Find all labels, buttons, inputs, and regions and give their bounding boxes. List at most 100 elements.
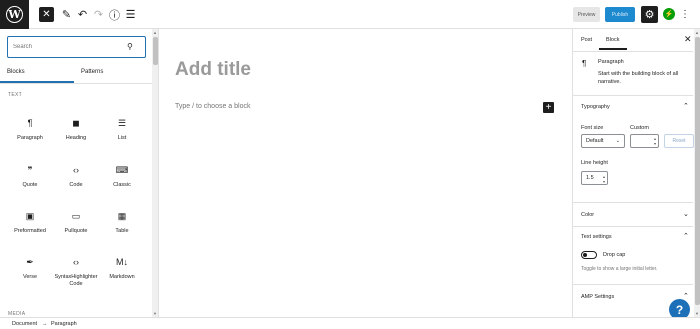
redo-button[interactable]: ↷ [91,7,106,22]
undo-icon: ↶ [77,9,88,21]
markdown-icon: M↓ [116,257,128,267]
verse-icon: ✒ [26,257,34,267]
drop-cap-help: Toggle to show a large initial letter. [581,266,658,272]
block-item-classic[interactable]: ⌨ Classic [99,164,145,189]
add-block-button[interactable]: + [543,102,554,113]
preformatted-icon: ▣ [25,211,35,221]
block-item-label: Heading [65,135,87,141]
undo-button[interactable]: ↶ [75,7,90,22]
syntax-code-icon: ‹› [73,257,79,267]
block-item-paragraph[interactable]: ¶ Paragraph [7,117,53,142]
chevron-up-icon[interactable]: ⌃ [683,102,689,110]
jetpack-icon: ⚡ [664,11,674,18]
block-item-markdown[interactable]: M↓ Markdown [99,256,145,281]
block-appender[interactable]: Type / to choose a block [175,103,251,110]
scrollbar-thumb[interactable] [153,37,158,65]
reset-button[interactable]: Reset [664,134,694,148]
paragraph-icon: ¶ [27,118,33,128]
close-sidebar-button[interactable]: ✕ [684,34,692,45]
block-item-code[interactable]: ‹› Code [53,164,99,189]
info-icon: ⓘ [109,9,120,22]
line-height-input[interactable]: 1.5 ▴ ▾ [581,171,608,185]
chevron-up-icon[interactable]: ⌃ [683,232,689,240]
editor-toolbar: W ✕ ✎ ↶ ↷ ⓘ ☰ Preview Publish ⚙ ⚡ ⋮ [0,0,700,29]
pencil-icon: ✎ [61,9,72,21]
heading-icon: ◼ [72,118,80,128]
font-size-value: Default [586,138,604,144]
breadcrumb-paragraph[interactable]: Paragraph [51,321,77,327]
more-options-button[interactable]: ⋮ [680,7,690,22]
block-item-pullquote[interactable]: ▭ Pullquote [53,210,99,235]
color-panel-toggle[interactable]: Color [581,212,594,218]
block-item-label: Markdown [109,274,135,280]
block-item-verse[interactable]: ✒ Verse [7,256,53,281]
block-item-table[interactable]: ▦ Table [99,210,145,235]
scroll-down-icon[interactable]: ▼ [695,311,699,316]
block-item-label: Table [115,228,129,234]
amp-settings-panel-toggle[interactable]: AMP Settings [581,294,614,300]
custom-font-size-input[interactable]: ▴ ▾ [630,134,659,148]
chevron-down-icon[interactable]: ⌄ [683,210,689,218]
breadcrumb-document[interactable]: Document [12,321,37,327]
scroll-down-icon[interactable]: ▼ [153,311,157,316]
drop-cap-toggle[interactable] [581,251,597,259]
block-item-quote[interactable]: ❞ Quote [7,164,53,189]
classic-icon: ⌨ [115,165,129,175]
wordpress-logo[interactable]: W [0,0,29,29]
tab-block[interactable]: Block [606,37,619,43]
tab-post[interactable]: Post [581,37,592,43]
block-item-list[interactable]: ☰ List [99,117,145,142]
line-height-value: 1.5 [586,175,594,181]
search-icon[interactable]: ⚲ [127,42,137,52]
section-label-text: TEXT [8,92,22,98]
settings-sidebar: Post Block ✕ ¶ Paragraph Start with the … [572,29,700,317]
block-item-label: Code [69,182,83,188]
details-button[interactable]: ⓘ [107,7,122,22]
block-item-label: SyntaxHighlighter Code [54,274,98,287]
divider [573,95,693,96]
stepper-icon[interactable]: ▴ ▾ [603,174,605,184]
block-item-label: Quote [22,182,38,188]
wordpress-icon: W [6,6,23,23]
chevron-up-icon[interactable]: ⌃ [683,292,689,300]
scrollbar-thumb[interactable] [695,37,700,305]
close-inserter-button[interactable]: ✕ [39,7,54,22]
editor-canvas: Add title Type / to choose a block + [159,29,572,317]
font-size-select[interactable]: Default ⌄ [581,134,625,148]
sidebar-scrollbar[interactable]: ▲ ▼ [694,29,700,317]
block-item-label: Classic [113,182,131,188]
close-icon: ✕ [684,34,692,44]
block-item-syntaxhighlighter-code[interactable]: ‹› SyntaxHighlighter Code [53,256,99,288]
divider [573,226,693,227]
active-tab-indicator [599,48,627,50]
scroll-up-icon[interactable]: ▲ [695,30,699,35]
toggle-knob [583,253,587,257]
block-item-label: Verse [22,274,38,280]
gear-icon: ⚙ [644,9,655,21]
quote-icon: ❞ [27,165,33,175]
tab-patterns[interactable]: Patterns [81,69,103,75]
close-icon: ✕ [42,9,51,20]
breadcrumb-separator: → [42,321,48,327]
scroll-up-icon[interactable]: ▲ [153,30,157,35]
search-input[interactable] [13,41,123,53]
block-item-heading[interactable]: ◼ Heading [53,117,99,142]
publish-button[interactable]: Publish [605,7,635,22]
preview-button[interactable]: Preview [573,7,600,22]
jetpack-button[interactable]: ⚡ [663,8,675,20]
settings-button[interactable]: ⚙ [641,6,658,23]
code-icon: ‹› [73,165,79,175]
tab-blocks[interactable]: Blocks [7,69,25,75]
typography-panel-toggle[interactable]: Typography [581,104,610,110]
text-settings-panel-toggle[interactable]: Text settings [581,234,612,240]
block-item-label: Pullquote [64,228,88,234]
post-title-input[interactable]: Add title [175,59,251,81]
list-view-button[interactable]: ☰ [123,7,138,22]
block-item-preformatted[interactable]: ▣ Preformatted [7,210,53,235]
block-inserter-panel: ⚲ Blocks Patterns TEXT ¶ Paragraph ◼ Hea… [0,29,159,317]
inserter-scrollbar[interactable]: ▲ ▼ [152,29,158,317]
stepper-icon[interactable]: ▴ ▾ [654,136,656,146]
block-breadcrumb: Document → Paragraph [0,317,700,329]
block-item-label: Preformatted [14,228,46,234]
tools-button[interactable]: ✎ [59,7,74,22]
